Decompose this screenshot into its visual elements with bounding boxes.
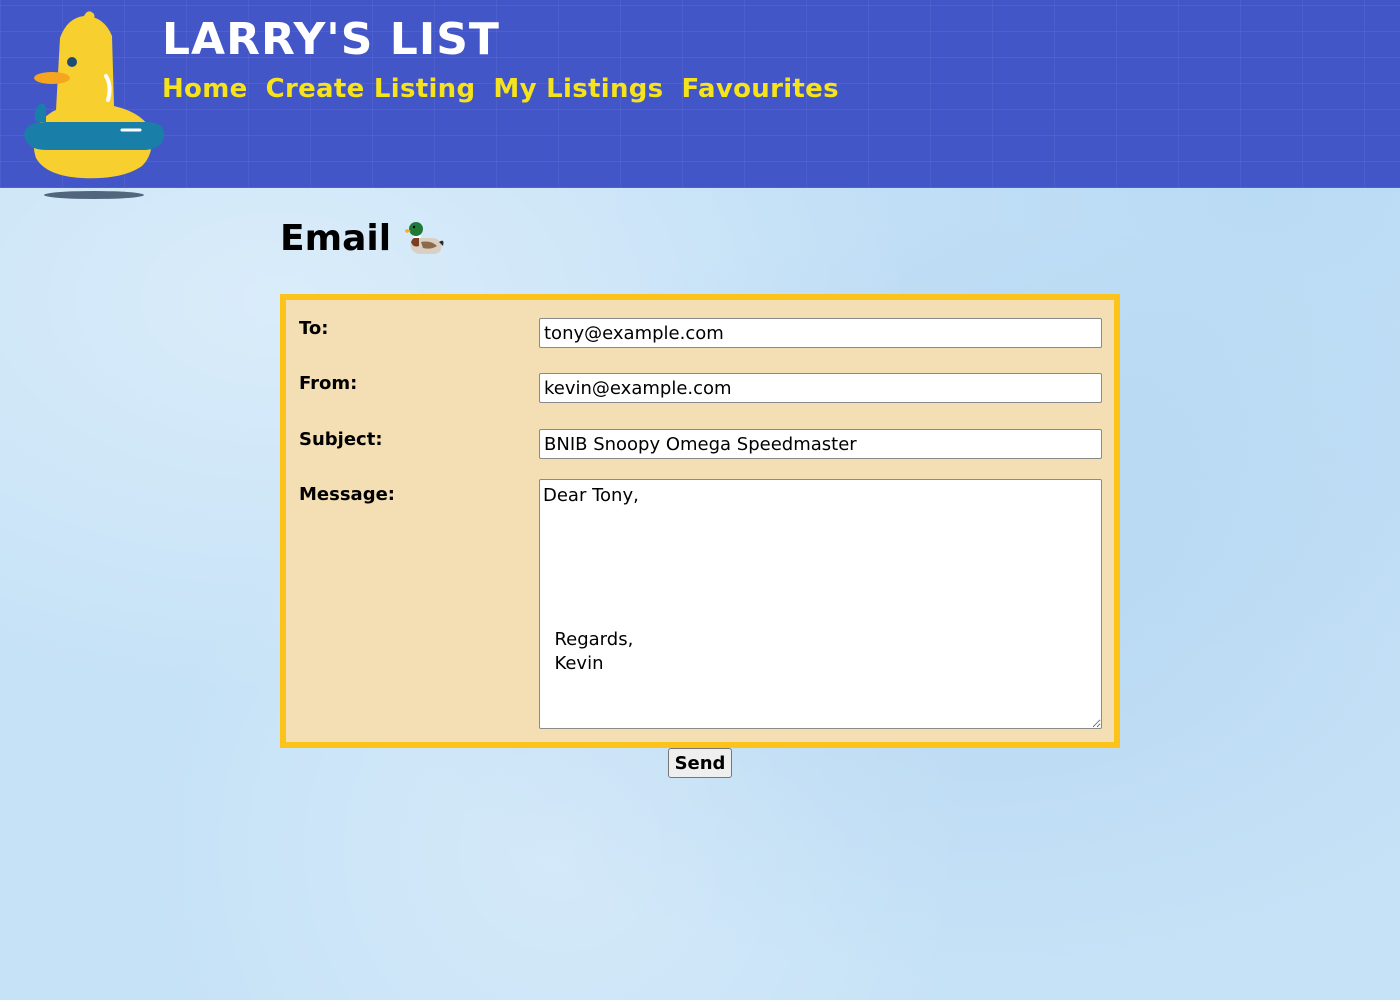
nav-favourites-link[interactable]: Favourites bbox=[681, 74, 838, 104]
site-header: LARRY'S LIST Home Create Listing My List… bbox=[0, 0, 1400, 199]
main-nav: Home Create Listing My Listings Favourit… bbox=[162, 74, 839, 104]
subject-field[interactable] bbox=[539, 429, 1102, 459]
message-textarea[interactable]: Dear Tony, Regards, Kevin bbox=[539, 479, 1102, 729]
to-label: To: bbox=[299, 318, 329, 339]
from-field[interactable] bbox=[539, 373, 1102, 403]
to-field[interactable] bbox=[539, 318, 1102, 348]
page-title: Email bbox=[280, 216, 445, 260]
send-button[interactable]: Send bbox=[668, 748, 732, 778]
email-form: To: From: Subject: Message: Dear Tony, R… bbox=[280, 294, 1120, 748]
rubber-duck-logo-icon[interactable] bbox=[22, 10, 167, 202]
from-label: From: bbox=[299, 373, 358, 394]
site-title[interactable]: LARRY'S LIST bbox=[162, 15, 500, 64]
message-label: Message: bbox=[299, 484, 395, 505]
nav-my-listings-link[interactable]: My Listings bbox=[493, 74, 663, 104]
nav-create-listing-link[interactable]: Create Listing bbox=[266, 74, 476, 104]
nav-home-link[interactable]: Home bbox=[162, 74, 248, 104]
mallard-duck-icon bbox=[405, 222, 444, 254]
subject-label: Subject: bbox=[299, 429, 383, 450]
page-title-text: Email bbox=[280, 217, 392, 259]
